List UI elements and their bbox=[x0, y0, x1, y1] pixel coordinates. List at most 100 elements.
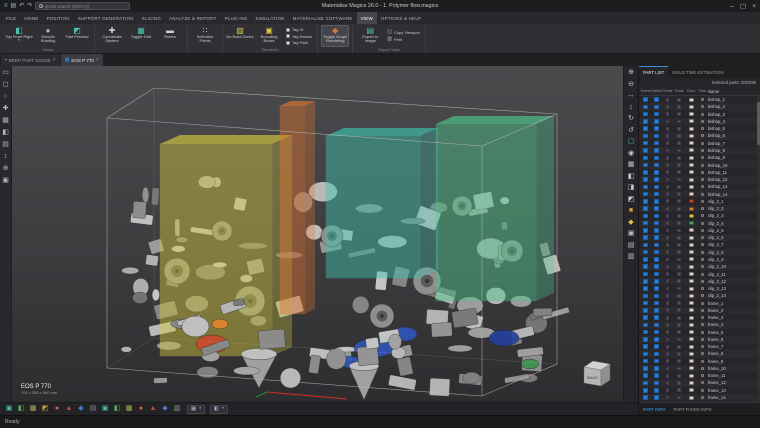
part-translate-flag[interactable] bbox=[677, 323, 681, 327]
part-color-swatch[interactable] bbox=[689, 178, 694, 182]
part-translate-flag[interactable] bbox=[677, 199, 681, 203]
part-selected-checkbox[interactable] bbox=[643, 148, 648, 153]
part-color-swatch[interactable] bbox=[689, 170, 694, 174]
part-view-icon[interactable] bbox=[701, 280, 704, 283]
part-visible-checkbox[interactable] bbox=[654, 119, 659, 124]
part-color-swatch[interactable] bbox=[689, 323, 694, 327]
part-visible-checkbox[interactable] bbox=[654, 243, 659, 248]
no-build-zones-button[interactable]: ▨No Build Zones bbox=[226, 25, 254, 47]
part-color-swatch[interactable] bbox=[689, 127, 694, 131]
part-visible-checkbox[interactable] bbox=[654, 214, 659, 219]
part-row[interactable]: bishop_11 bbox=[639, 169, 760, 176]
pan-h-icon[interactable]: ↔ bbox=[628, 92, 635, 100]
part-translate-flag[interactable] bbox=[677, 345, 681, 349]
part-visible-checkbox[interactable] bbox=[654, 294, 659, 299]
menu-tab-home[interactable]: HOME bbox=[20, 12, 42, 24]
part-view-icon[interactable] bbox=[701, 302, 704, 305]
part-view-icon[interactable] bbox=[701, 236, 704, 239]
part-tool-1-icon[interactable]: ▣ bbox=[4, 404, 14, 414]
part-color-swatch[interactable] bbox=[689, 396, 694, 400]
part-selected-checkbox[interactable] bbox=[643, 141, 648, 146]
part-shrink-flag[interactable] bbox=[666, 112, 670, 116]
part-color-swatch[interactable] bbox=[689, 352, 694, 356]
toggle-graph-rendering-button[interactable]: ◆Toggle Graph Rendering bbox=[321, 25, 349, 47]
part-translate-flag[interactable] bbox=[677, 359, 681, 363]
column-header-view[interactable]: View bbox=[697, 89, 708, 93]
part-view-icon[interactable] bbox=[701, 273, 704, 276]
part-color-swatch[interactable] bbox=[689, 199, 694, 203]
part-shrink-flag[interactable] bbox=[666, 396, 670, 400]
part-translate-flag[interactable] bbox=[677, 178, 681, 182]
part-selected-checkbox[interactable] bbox=[643, 315, 648, 320]
part-color-swatch[interactable] bbox=[689, 228, 694, 232]
tag-path-toggle[interactable]: Tag Path bbox=[286, 40, 312, 45]
toggle-grid-button[interactable]: ▦Toggle Grid bbox=[127, 25, 155, 47]
grid-snap-icon[interactable]: ▦ bbox=[2, 117, 9, 125]
part-visible-checkbox[interactable] bbox=[654, 286, 659, 291]
part-color-swatch[interactable] bbox=[689, 366, 694, 370]
top-front-right-button[interactable]: ◧Top Front Right▾ bbox=[5, 25, 33, 47]
part-color-swatch[interactable] bbox=[689, 294, 694, 298]
part-translate-flag[interactable] bbox=[677, 272, 681, 276]
fit-view-icon[interactable]: ▢ bbox=[628, 138, 635, 146]
part-view-icon[interactable] bbox=[701, 113, 704, 116]
part-row[interactable]: frame_4 bbox=[639, 321, 760, 328]
part-visible-checkbox[interactable] bbox=[654, 235, 659, 240]
part-visible-checkbox[interactable] bbox=[654, 112, 659, 117]
part-row[interactable]: frame_5 bbox=[639, 329, 760, 336]
part-row[interactable]: bishop_1 bbox=[639, 96, 760, 103]
part-translate-flag[interactable] bbox=[677, 149, 681, 153]
part-selected-checkbox[interactable] bbox=[643, 163, 648, 168]
part-row[interactable]: frame_11 bbox=[639, 372, 760, 379]
part-color-swatch[interactable] bbox=[689, 141, 694, 145]
part-translate-flag[interactable] bbox=[677, 352, 681, 356]
save-icon[interactable]: ▤ bbox=[11, 3, 17, 9]
zone-teal[interactable] bbox=[326, 128, 438, 278]
menu-tab-position[interactable]: POSITION bbox=[43, 12, 74, 24]
part-selected-checkbox[interactable] bbox=[643, 330, 648, 335]
part-view-icon[interactable] bbox=[701, 374, 704, 377]
view-preset-dropdown[interactable]: ▦▾ bbox=[187, 405, 205, 414]
part-translate-flag[interactable] bbox=[677, 308, 681, 312]
part-view-icon[interactable] bbox=[701, 251, 704, 254]
part-selected-checkbox[interactable] bbox=[643, 214, 648, 219]
part-selected-checkbox[interactable] bbox=[643, 156, 648, 161]
part-shrink-flag[interactable] bbox=[666, 127, 670, 131]
part-shrink-flag[interactable] bbox=[666, 316, 670, 320]
part-selected-checkbox[interactable] bbox=[643, 308, 648, 313]
part-row[interactable]: frame_9 bbox=[639, 358, 760, 365]
part-row[interactable]: bishop_8 bbox=[639, 147, 760, 154]
part-selected-checkbox[interactable] bbox=[643, 257, 648, 262]
part-selected-checkbox[interactable] bbox=[643, 243, 648, 248]
part-shrink-flag[interactable] bbox=[666, 243, 670, 247]
part-selected-checkbox[interactable] bbox=[643, 192, 648, 197]
smooth-shading-button[interactable]: ●Smooth Shading bbox=[34, 25, 62, 47]
part-row[interactable]: frame_13 bbox=[639, 387, 760, 394]
part-color-swatch[interactable] bbox=[689, 192, 694, 196]
part-selected-checkbox[interactable] bbox=[643, 344, 648, 349]
half-section-icon[interactable]: ◧ bbox=[628, 173, 635, 181]
part-translate-flag[interactable] bbox=[677, 221, 681, 225]
part-visible-checkbox[interactable] bbox=[654, 264, 659, 269]
part-color-swatch[interactable] bbox=[689, 388, 694, 392]
part-shrink-flag[interactable] bbox=[666, 214, 670, 218]
part-translate-flag[interactable] bbox=[677, 316, 681, 320]
coordinate-system-button[interactable]: ✚Coordinate System bbox=[98, 25, 126, 47]
part-row[interactable]: frame_8 bbox=[639, 350, 760, 357]
part-view-icon[interactable] bbox=[701, 323, 704, 326]
bounding-view-icon[interactable]: ▣ bbox=[628, 230, 635, 238]
part-visible-checkbox[interactable] bbox=[654, 323, 659, 328]
part-color-swatch[interactable] bbox=[689, 279, 694, 283]
part-visible-checkbox[interactable] bbox=[654, 279, 659, 284]
part-translate-flag[interactable] bbox=[677, 120, 681, 124]
part-view-icon[interactable] bbox=[701, 294, 704, 297]
column-header-shrink[interactable]: Shrink bbox=[662, 89, 673, 93]
part-color-swatch[interactable] bbox=[689, 316, 694, 320]
part-row[interactable]: clip_2_10 bbox=[639, 263, 760, 270]
part-visible-checkbox[interactable] bbox=[654, 105, 659, 110]
part-color-swatch[interactable] bbox=[689, 98, 694, 102]
minimize-button[interactable]: – bbox=[730, 3, 734, 10]
part-translate-flag[interactable] bbox=[677, 236, 681, 240]
close-button[interactable]: × bbox=[752, 3, 756, 10]
part-selected-checkbox[interactable] bbox=[643, 352, 648, 357]
